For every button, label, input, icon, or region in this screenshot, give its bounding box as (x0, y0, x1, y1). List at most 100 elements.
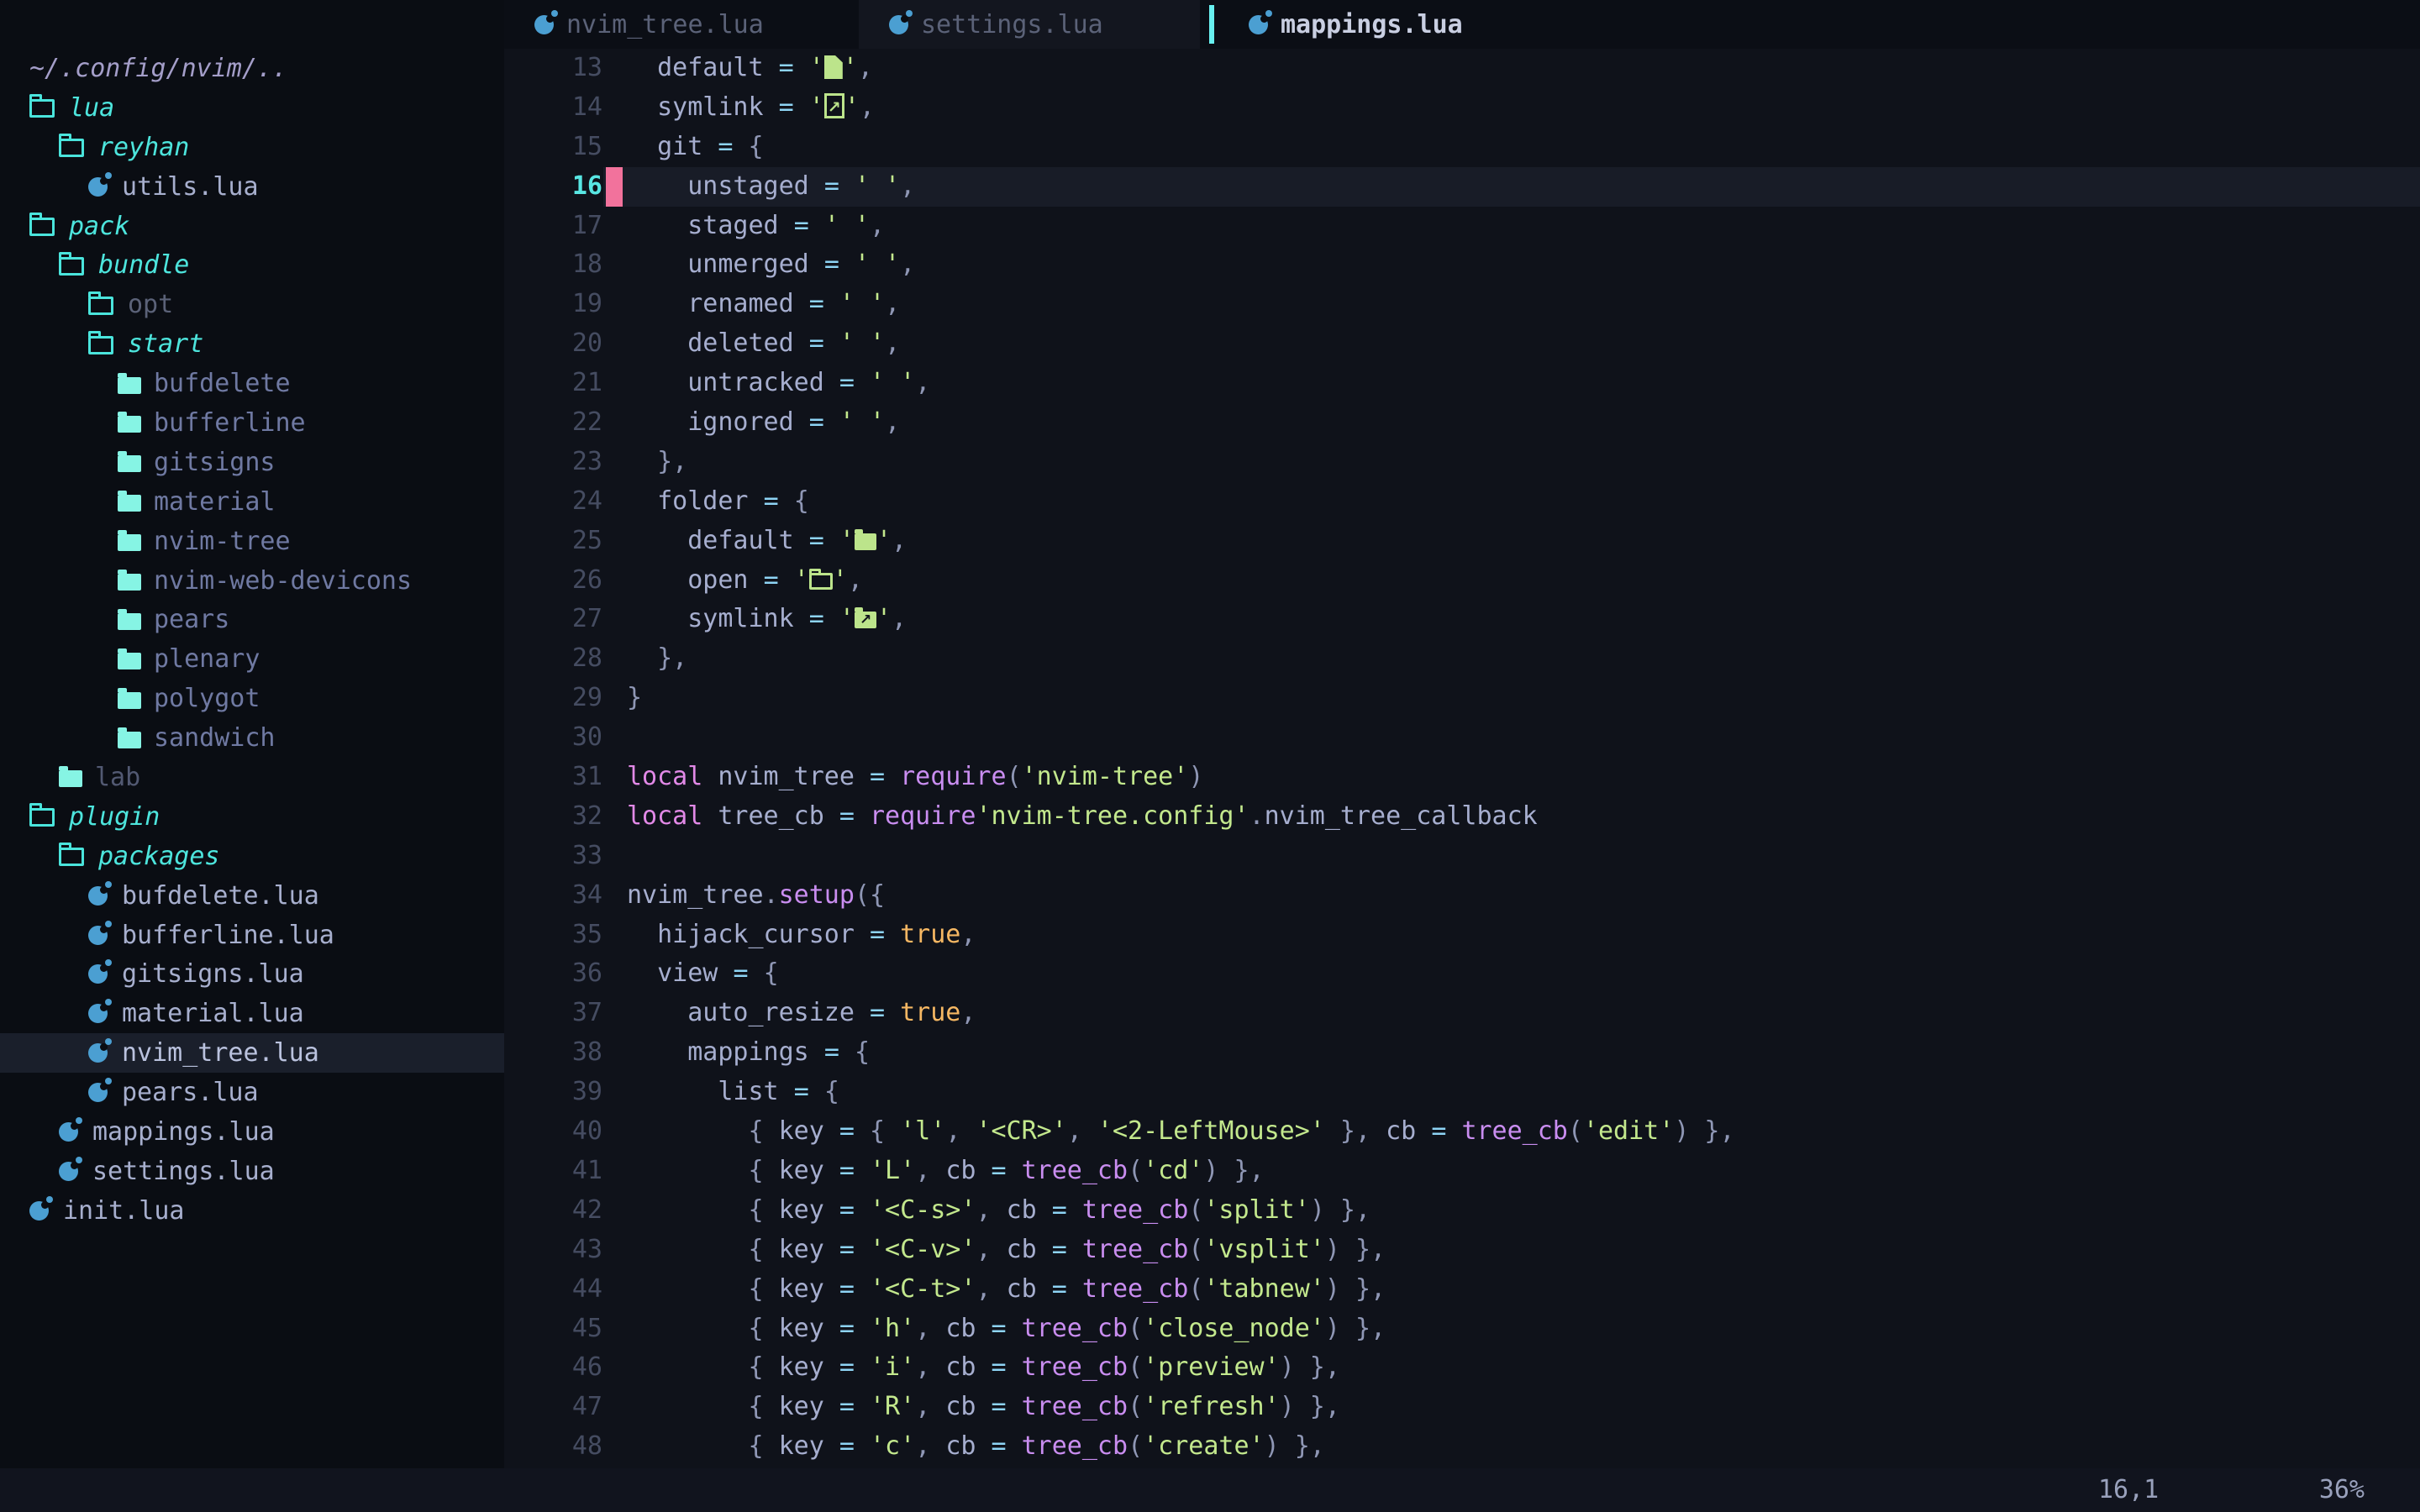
tree-item-lua[interactable]: lua (0, 88, 504, 128)
code-token: , (945, 1116, 976, 1146)
code-line-35[interactable]: 35 hijack_cursor = true, (504, 916, 2420, 955)
line-number: 47 (504, 1388, 602, 1427)
code-line-28[interactable]: 28 }, (504, 639, 2420, 679)
tab-nvim_tree.lua[interactable]: nvim_tree.lua (504, 0, 764, 49)
editor-pane[interactable]: settings.lua mappings.lua nvim_tree.lua 13… (504, 0, 2420, 1468)
code-line-42[interactable]: 42 { key = '<C-s>', cb = tree_cb('split'… (504, 1191, 2420, 1231)
code-token: = (809, 526, 839, 555)
code-token: = (764, 565, 794, 595)
code-line-30[interactable]: 30 (504, 718, 2420, 758)
tree-item-start[interactable]: start (0, 324, 504, 364)
tree-item-material[interactable]: material (0, 482, 504, 522)
tree-item-plenary[interactable]: plenary (0, 639, 504, 679)
tree-item-packages[interactable]: packages (0, 837, 504, 876)
code-line-32[interactable]: 32local tree_cb = require'nvim-tree.conf… (504, 797, 2420, 837)
code-line-25[interactable]: 25 default = '', (504, 522, 2420, 561)
code-line-33[interactable]: 33 (504, 837, 2420, 876)
code-line-40[interactable]: 40 { key = { 'l', '<CR>', '<2-LeftMouse>… (504, 1112, 2420, 1152)
code-line-43[interactable]: 43 { key = '<C-v>', cb = tree_cb('vsplit… (504, 1231, 2420, 1270)
sign-column (606, 954, 623, 994)
tree-item-pears.lua[interactable]: pears.lua (0, 1073, 504, 1112)
tree-item-opt[interactable]: opt (0, 285, 504, 324)
code-line-21[interactable]: 21 untracked = ' ', (504, 364, 2420, 403)
code-token: = (809, 407, 839, 437)
tree-item-bufdelete[interactable]: bufdelete (0, 364, 504, 403)
code-line-26[interactable]: 26 open = '', (504, 561, 2420, 601)
code-line-15[interactable]: 15 git = { (504, 128, 2420, 167)
code-token: = (718, 132, 748, 161)
tree-item-nvim-tree[interactable]: nvim-tree (0, 522, 504, 561)
tree-item-init.lua[interactable]: init.lua (0, 1191, 504, 1231)
code-line-44[interactable]: 44 { key = '<C-t>', cb = tree_cb('tabnew… (504, 1270, 2420, 1310)
tab-mappings.lua[interactable]: mappings.lua (1218, 0, 1622, 49)
code-token: ({ (855, 880, 885, 910)
code-line-27[interactable]: 27 symlink = '', (504, 600, 2420, 639)
folder-symlink-icon (855, 612, 876, 628)
code-line-13[interactable]: 13 default = '', (504, 49, 2420, 88)
tab-settings.lua[interactable]: settings.lua (859, 0, 1200, 49)
code-line-20[interactable]: 20 deleted = ' ', (504, 324, 2420, 364)
code-line-48[interactable]: 48 { key = 'c', cb = tree_cb('create') }… (504, 1427, 2420, 1467)
code-line-46[interactable]: 46 { key = 'i', cb = tree_cb('preview') … (504, 1348, 2420, 1388)
tree-item-bufdelete.lua[interactable]: bufdelete.lua (0, 876, 504, 916)
code-line-17[interactable]: 17 staged = ' ', (504, 207, 2420, 246)
tree-item-nvim-web-devicons[interactable]: nvim-web-devicons (0, 561, 504, 601)
code-token: = (1052, 1195, 1082, 1225)
code-line-38[interactable]: 38 mappings = { (504, 1033, 2420, 1073)
code-line-29[interactable]: 29} (504, 679, 2420, 718)
code-token: = (824, 249, 855, 279)
code-line-24[interactable]: 24 folder = { (504, 482, 2420, 522)
code-line-18[interactable]: 18 unmerged = ' ', (504, 245, 2420, 285)
tree-item-gitsigns.lua[interactable]: gitsigns.lua (0, 954, 504, 994)
git-sign (606, 167, 623, 207)
tree-item-utils.lua[interactable]: utils.lua (0, 167, 504, 207)
tree-item-bufferline[interactable]: bufferline (0, 403, 504, 443)
tree-item-gitsigns[interactable]: gitsigns (0, 443, 504, 482)
code-token: cb (945, 1352, 991, 1382)
tree-item-sandwich[interactable]: sandwich (0, 718, 504, 758)
code-line-34[interactable]: 34nvim_tree.setup({ (504, 876, 2420, 916)
code-line-47[interactable]: 47 { key = 'R', cb = tree_cb('refresh') … (504, 1388, 2420, 1427)
sign-column (606, 1427, 623, 1467)
tree-item-material.lua[interactable]: material.lua (0, 994, 504, 1033)
code-line-22[interactable]: 22 ignored = ' ', (504, 403, 2420, 443)
code-token: = (839, 1116, 870, 1146)
tree-item-plugin[interactable]: plugin (0, 797, 504, 837)
code-token: = (779, 53, 809, 82)
code-token: cb (1007, 1274, 1052, 1304)
active-tab-indicator (1209, 5, 1214, 44)
code-line-23[interactable]: 23 }, (504, 443, 2420, 482)
tree-item-bufferline.lua[interactable]: bufferline.lua (0, 916, 504, 955)
lua-file-icon (88, 1004, 108, 1023)
tree-item-nvim_tree.lua[interactable]: nvim_tree.lua (0, 1033, 504, 1073)
tree-item-polygot[interactable]: polygot (0, 679, 504, 718)
code-line-41[interactable]: 41 { key = 'L', cb = tree_cb('cd') }, (504, 1152, 2420, 1191)
tree-item-bundle[interactable]: bundle (0, 245, 504, 285)
code-line-31[interactable]: 31local nvim_tree = require('nvim-tree') (504, 758, 2420, 797)
code-area[interactable]: 13 default = '',14 symlink = '',15 git =… (504, 49, 2420, 1467)
tree-item-label: mappings.lua (92, 1117, 275, 1147)
code-line-45[interactable]: 45 { key = 'h', cb = tree_cb('close_node… (504, 1310, 2420, 1349)
tree-item-reyhan[interactable]: reyhan (0, 128, 504, 167)
code-line-14[interactable]: 14 symlink = '', (504, 88, 2420, 128)
tree-item-lab[interactable]: lab (0, 758, 504, 797)
code-line-19[interactable]: 19 renamed = ' ', (504, 285, 2420, 324)
code-token: symlink (627, 604, 809, 633)
code-token: folder (627, 486, 764, 516)
code-token: = (839, 1314, 870, 1343)
code-token: , (860, 92, 875, 122)
code-token: ' (876, 604, 892, 633)
tree-item-mappings.lua[interactable]: mappings.lua (0, 1112, 504, 1152)
tree-item-settings.lua[interactable]: settings.lua (0, 1152, 504, 1191)
code-line-16[interactable]: 16 unstaged = ' ', (504, 167, 2420, 207)
code-token: cb (945, 1156, 991, 1185)
tree-item-pears[interactable]: pears (0, 600, 504, 639)
code-line-37[interactable]: 37 auto_resize = true, (504, 994, 2420, 1033)
code-line-39[interactable]: 39 list = { (504, 1073, 2420, 1112)
tree-item-~-.config-nvim-..[interactable]: ~/.config/nvim/.. (0, 49, 504, 88)
sign-column (606, 207, 623, 246)
code-token: key (779, 1314, 839, 1343)
code-line-36[interactable]: 36 view = { (504, 954, 2420, 994)
open-folder-icon (29, 99, 55, 118)
tree-item-pack[interactable]: pack (0, 207, 504, 246)
